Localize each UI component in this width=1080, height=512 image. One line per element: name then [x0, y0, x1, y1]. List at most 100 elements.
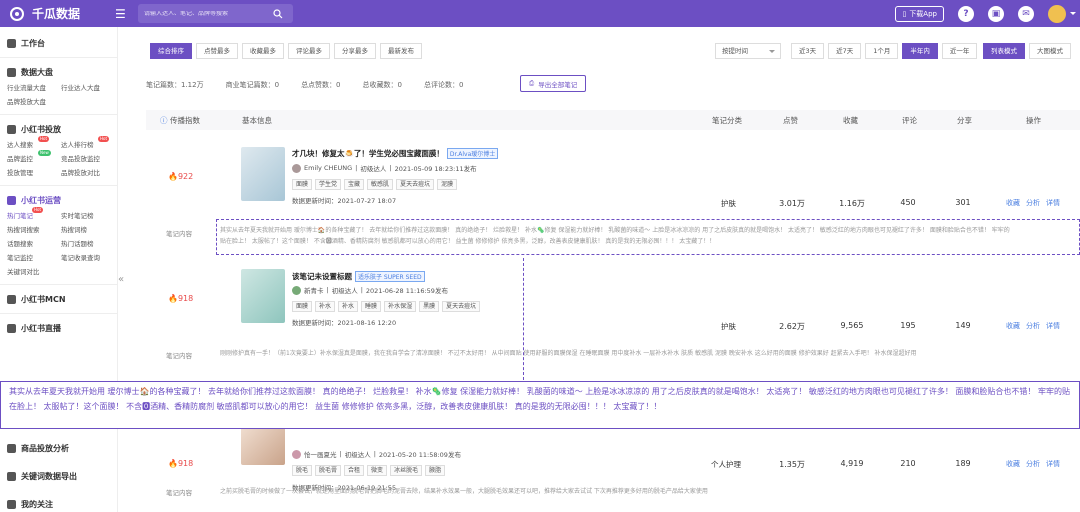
tag: 脱毛膏 [315, 465, 342, 476]
sidebar-item-brand-ads[interactable]: 品牌投放大盘 [7, 95, 61, 109]
sidebar-item-keyword-compare[interactable]: 关键词对比 [7, 265, 61, 279]
analyze-link[interactable]: 分析 [1026, 198, 1040, 208]
tag: 腋脂 [425, 465, 446, 476]
row-actions: 收藏 分析 详情 [1006, 321, 1060, 331]
hot-badge: Hot [98, 136, 110, 142]
notification-icon[interactable]: ✉ [1018, 5, 1034, 22]
sort-select[interactable]: 按提时间 [715, 43, 781, 59]
time-tab[interactable]: 近7天 [828, 43, 862, 59]
sidebar-item-realtime-rank[interactable]: 实时笔记榜 [61, 209, 115, 223]
author-avatar [292, 285, 301, 295]
column-header[interactable]: 点赞 [783, 115, 798, 126]
grid-view-tab[interactable]: 大图模式 [1029, 43, 1071, 59]
search-input[interactable] [138, 10, 258, 17]
sidebar-item-hot-search[interactable]: 热搜词搜索 [7, 223, 61, 237]
sidebar-item-brand-monitor[interactable]: 品牌监控 New [7, 150, 61, 166]
sidebar-item-ads-manage[interactable]: 投放管理 [7, 166, 61, 180]
sidebar-xhs-ops[interactable]: 小红书运营 [0, 191, 117, 209]
column-header[interactable]: 评论 [902, 115, 917, 126]
phone-icon: ▯ [902, 9, 907, 18]
note-author[interactable]: Emily CHEUNG | 初级达人 | 2021-05-09 18:23:11发布 [292, 163, 477, 173]
publish-date: 2021-05-20 11:58:09发布 [378, 451, 461, 459]
sort-tab[interactable]: 综合排序 [150, 43, 192, 59]
help-icon[interactable]: ? [958, 5, 974, 22]
detail-link[interactable]: 详情 [1046, 198, 1060, 208]
note-title[interactable]: 才几块！修复太🍮了！学生党必囤宝藏面膜！ Dr.Alva瑷尔博士 [292, 148, 499, 159]
note-content-text: 之前买脱毛膏的时候做了一次尝试，就是用里面的脱毛膏把脚毛的泥膏去除，结果补水效果… [220, 488, 708, 495]
note-thumbnail[interactable] [241, 147, 285, 201]
search-button[interactable] [263, 4, 293, 23]
brand-badge[interactable]: Dr.Alva瑷尔博士 [446, 148, 499, 159]
stats-bar: 笔记篇数：1.12万 商业笔记篇数：0 总点赞数：0 总收藏数：0 总评论数：0 [146, 80, 485, 90]
column-header[interactable]: 传播指数 [170, 115, 200, 126]
collect-link[interactable]: 收藏 [1006, 321, 1020, 331]
sidebar-mcn[interactable]: 小红书MCN [0, 290, 117, 308]
export-notes-button[interactable]: ⎙ 导出全部笔记 [520, 75, 587, 92]
sort-tab[interactable]: 收藏最多 [242, 43, 284, 59]
collect-link[interactable]: 收藏 [1006, 459, 1020, 469]
sort-tab[interactable]: 分享最多 [334, 43, 376, 59]
sidebar-workbench[interactable]: 工作台 [0, 34, 117, 52]
user-avatar[interactable] [1048, 4, 1076, 23]
detail-link[interactable]: 详情 [1046, 459, 1060, 469]
sidebar-item-note-index[interactable]: 笔记收录查询 [61, 251, 115, 265]
brand-badge[interactable]: 适乐肤子 SUPER SEED [355, 271, 425, 282]
column-header[interactable]: 收藏 [843, 115, 858, 126]
sort-tab[interactable]: 评论最多 [288, 43, 330, 59]
sidebar-item-brand-compare[interactable]: 品牌投放对比 [61, 166, 115, 180]
sidebar-data-board[interactable]: 数据大盘 [0, 63, 117, 81]
row-actions: 收藏 分析 详情 [1006, 459, 1060, 469]
gift-icon[interactable]: ▣ [988, 5, 1004, 22]
export-icon [7, 471, 16, 481]
download-app-button[interactable]: ▯ 下载App [895, 5, 944, 22]
sidebar-item-industry-kol[interactable]: 行业达人大盘 [61, 81, 115, 95]
analyze-link[interactable]: 分析 [1026, 459, 1040, 469]
sidebar-item-industry-traffic[interactable]: 行业流量大盘 [7, 81, 61, 95]
note-thumbnail[interactable] [241, 269, 285, 323]
tag: 夏天去痘坑 [396, 179, 435, 190]
menu-toggle-icon[interactable]: ☰ [115, 7, 135, 21]
time-tab[interactable]: 近3天 [791, 43, 825, 59]
sidebar-item-topic-search[interactable]: 话题搜索 [7, 237, 61, 251]
app-logo[interactable]: 千瓜数据 [10, 5, 120, 22]
note-author[interactable]: 怆一画夏光 | 初级达人 | 2021-05-20 11:58:09发布 [292, 449, 461, 459]
list-view-tab[interactable]: 列表模式 [983, 43, 1025, 59]
sidebar-product[interactable]: 商品投放分析 [0, 439, 118, 457]
comments-value: 195 [900, 321, 916, 330]
sort-tab[interactable]: 点赞最多 [196, 43, 238, 59]
sidebar-item-kol-ranking[interactable]: 达人排行榜 Hot [61, 136, 115, 152]
sidebar-item-topic-rank[interactable]: 热门话题榜 [61, 237, 115, 251]
note-author[interactable]: 新青卡 | 初级达人 | 2021-06-28 11:16:59发布 [292, 285, 448, 295]
collect-link[interactable]: 收藏 [1006, 198, 1020, 208]
sidebar-item-kol-search[interactable]: 达人搜索 Hot [7, 136, 61, 152]
main-content: 综合排序 点赞最多 收藏最多 评论最多 分享最多 最新发布 按提时间 近3天 近… [126, 27, 1080, 512]
note-title[interactable]: 该笔记未设置标题 适乐肤子 SUPER SEED [292, 271, 425, 282]
content-label: 笔记内容 [166, 352, 192, 360]
operations-icon [7, 195, 16, 205]
sidebar-keyword-export[interactable]: 关键词数据导出 [0, 467, 118, 485]
note-title-text: 才几块！修复太🍮了！学生党必囤宝藏面膜！ [292, 149, 444, 158]
update-time: 数据更新时间：2021-08-16 12:20 [292, 319, 397, 327]
hot-notes-panel: 综合排序 点赞最多 收藏最多 评论最多 分享最多 最新发布 按提时间 近3天 近… [126, 27, 1080, 512]
sidebar-item-note-monitor[interactable]: 笔记监控 [7, 251, 61, 265]
sidebar-item-hot-search-rank[interactable]: 热搜词榜 [61, 223, 115, 237]
shares-value: 301 [955, 198, 971, 207]
collapse-sidebar-icon[interactable]: « [118, 274, 124, 285]
sidebar-item-hot-notes[interactable]: 热门笔记 Hot [7, 207, 61, 223]
time-tab[interactable]: 近一年 [941, 43, 978, 59]
detail-link[interactable]: 详情 [1046, 321, 1060, 331]
tag: 学生党 [315, 179, 342, 190]
rank-number: 918 [177, 459, 194, 468]
column-header[interactable]: 分享 [957, 115, 972, 126]
time-tab[interactable]: 1个月 [865, 43, 899, 59]
column-header: 操作 [1026, 116, 1041, 125]
sidebar-my-follow[interactable]: 我的关注 [0, 495, 118, 512]
sort-tab[interactable]: 最新发布 [380, 43, 422, 59]
sidebar-live[interactable]: 小红书直播 [0, 319, 117, 337]
sidebar-workbench-label: 工作台 [21, 38, 45, 48]
analyze-link[interactable]: 分析 [1026, 321, 1040, 331]
time-tab[interactable]: 半年内 [902, 43, 938, 59]
grid-icon [7, 38, 16, 48]
sidebar-item-competitor-monitor[interactable]: 竞品投放监控 [61, 152, 115, 166]
note-title-text: 该笔记未设置标题 [292, 272, 352, 281]
